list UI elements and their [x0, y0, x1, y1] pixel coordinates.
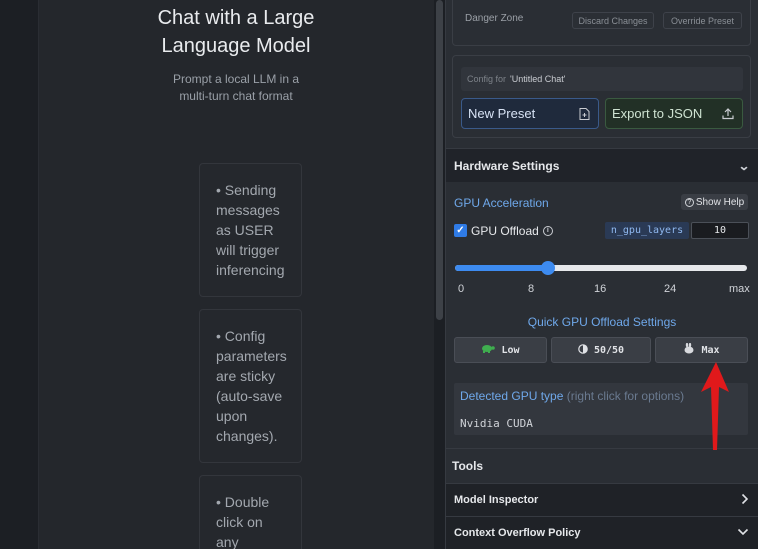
export-json-label: Export to JSON: [612, 106, 703, 121]
gpu-acceleration-label: GPU Acceleration: [454, 196, 549, 210]
chat-subtitle-line1: Prompt a local LLM in a: [172, 72, 300, 86]
annotation-arrow-icon: [701, 362, 729, 450]
tip-card-sending: • Sending messages as USER will trigger …: [199, 163, 302, 297]
chat-scrollbar[interactable]: [434, 0, 445, 549]
chevron-down-icon: ⌄: [737, 158, 751, 173]
chat-title-line1: Chat with a Large: [157, 7, 315, 29]
quick-50-50-label: 50/50: [593, 344, 625, 356]
tip-line: upon: [216, 408, 248, 424]
tip-line: are sticky: [216, 368, 276, 384]
left-gutter: [0, 0, 38, 549]
config-for-bar: Config for 'Untitled Chat': [461, 67, 743, 91]
quick-low-label: Low: [501, 344, 520, 356]
gpu-offload-label-group: GPU Offload i: [471, 224, 553, 238]
quick-low-button[interactable]: Low: [454, 337, 547, 363]
rabbit-icon: [683, 342, 695, 357]
detected-gpu-title: Detected GPU type (right click for optio…: [460, 389, 684, 403]
show-help-button[interactable]: ? Show Help: [681, 194, 748, 210]
tip-line: • Config: [216, 328, 266, 344]
tools-header: Tools: [446, 448, 758, 483]
tip-line: • Sending: [216, 182, 277, 198]
slider-tick-label: 0: [458, 283, 465, 295]
slider-tick-label: 8: [528, 283, 535, 295]
tip-line: • Double: [216, 494, 270, 510]
new-preset-button[interactable]: New Preset: [461, 98, 599, 129]
model-inspector-row[interactable]: Model Inspector: [446, 483, 758, 516]
upload-icon: [722, 107, 734, 120]
tip-line: messages: [216, 202, 280, 218]
config-name: 'Untitled Chat': [510, 74, 566, 84]
turtle-icon: [481, 344, 496, 356]
show-help-label: Show Help: [695, 196, 745, 208]
chat-title: Chat with a Large Language Model: [38, 4, 434, 60]
chat-subtitle-line2: multi-turn chat format: [179, 89, 293, 103]
hardware-settings-header[interactable]: Hardware Settings ⌄: [446, 148, 758, 182]
tip-card-double-click: • Double click on any: [199, 475, 302, 549]
new-preset-label: New Preset: [468, 106, 536, 121]
info-icon[interactable]: i: [542, 226, 553, 236]
export-json-button[interactable]: Export to JSON: [605, 98, 743, 129]
tip-line: will trigger: [216, 242, 280, 258]
quick-50-50-button[interactable]: 50/50: [551, 337, 651, 363]
half-circle-icon: [578, 343, 588, 357]
discard-changes-button[interactable]: Discard Changes: [572, 12, 654, 29]
quick-max-label: Max: [701, 344, 720, 356]
slider-tick-label: 16: [594, 283, 607, 295]
detected-gpu-hint: (right click for options): [566, 389, 685, 403]
hardware-settings-title: Hardware Settings: [454, 158, 560, 173]
context-overflow-policy-row[interactable]: Context Overflow Policy: [446, 516, 758, 549]
n-gpu-layers-input[interactable]: 10: [691, 222, 749, 239]
gpu-offload-checkbox[interactable]: ✓: [454, 224, 467, 237]
chevron-right-icon: [741, 493, 749, 508]
help-icon: ?: [684, 197, 694, 207]
tip-line: parameters: [216, 348, 287, 364]
tip-line: as USER: [216, 222, 274, 238]
new-file-icon: [578, 107, 590, 120]
tip-line: any: [216, 534, 239, 549]
tip-card-config: • Config parameters are sticky (auto-sav…: [199, 309, 302, 463]
chat-title-line2: Language Model: [161, 35, 311, 57]
gpu-offload-label: GPU Offload: [471, 224, 539, 238]
override-preset-button[interactable]: Override Preset: [663, 12, 742, 29]
detected-gpu-value: Nvidia CUDA: [460, 417, 533, 430]
danger-zone-label: Danger Zone: [465, 13, 524, 24]
chat-subtitle: Prompt a local LLM in a multi-turn chat …: [38, 71, 434, 105]
slider-tick-label: max: [729, 283, 750, 295]
config-for-prefix: Config for: [467, 74, 507, 84]
detected-gpu-label: Detected GPU type: [460, 389, 564, 403]
slider-tick-label: 24: [664, 283, 677, 295]
tip-line: click on: [216, 514, 263, 530]
tip-line: changes).: [216, 428, 278, 444]
chevron-down-icon: [737, 527, 749, 539]
n-gpu-layers-label: n_gpu_layers: [605, 222, 689, 239]
chat-scrollbar-thumb[interactable]: [436, 0, 443, 320]
tip-line: (auto-save: [216, 388, 283, 404]
tip-line: inferencing: [216, 262, 285, 278]
context-overflow-policy-label: Context Overflow Policy: [454, 527, 581, 539]
model-inspector-label: Model Inspector: [454, 494, 539, 506]
gpu-layers-slider-fill: [455, 265, 549, 271]
quick-gpu-offload-title: Quick GPU Offload Settings: [527, 315, 677, 329]
